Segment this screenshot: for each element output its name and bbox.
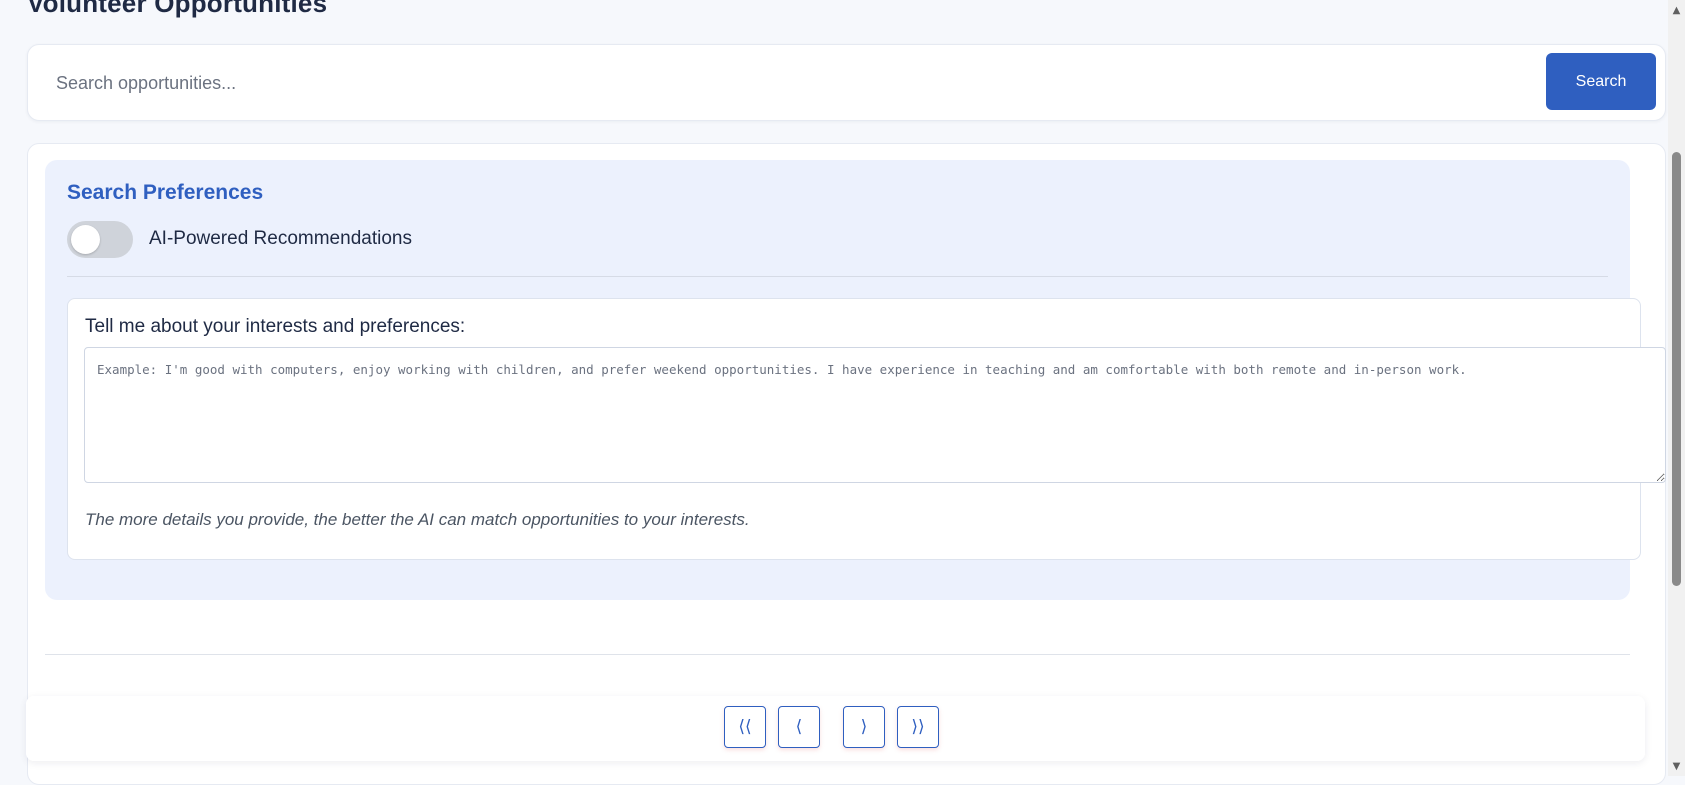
scroll-down-arrow-icon[interactable]: ▼ <box>1668 758 1685 775</box>
interests-box: Tell me about your interests and prefere… <box>67 298 1666 560</box>
ai-recommendations-toggle[interactable] <box>67 221 133 258</box>
last-page-button[interactable]: ⟩⟩ <box>897 706 939 748</box>
interests-label: Tell me about your interests and prefere… <box>85 316 466 337</box>
interests-textarea[interactable] <box>84 347 1666 483</box>
toggle-knob <box>71 225 100 254</box>
search-card: Search <box>27 44 1666 121</box>
preferences-title: Search Preferences <box>67 181 264 204</box>
vertical-scrollbar[interactable]: ▲ ▼ <box>1668 0 1685 776</box>
search-button[interactable]: Search <box>1546 53 1656 110</box>
search-input[interactable] <box>54 64 1538 102</box>
next-page-button[interactable]: ⟩ <box>843 706 885 748</box>
previous-page-button[interactable]: ⟨ <box>778 706 820 748</box>
first-page-button[interactable]: ⟨⟨ <box>724 706 766 748</box>
main-card: Search Preferences AI-Powered Recommenda… <box>27 143 1666 785</box>
divider <box>67 276 1608 277</box>
search-preferences-panel: Search Preferences AI-Powered Recommenda… <box>45 160 1666 600</box>
section-divider <box>45 654 1630 655</box>
scrollbar-thumb[interactable] <box>1672 152 1681 586</box>
scroll-up-arrow-icon[interactable]: ▲ <box>1668 2 1685 19</box>
page-title: Volunteer Opportunities <box>27 0 328 18</box>
interests-helper-text: The more details you provide, the better… <box>85 510 750 529</box>
pagination-bar: ⟨⟨ ⟨ ⟩ ⟩⟩ <box>26 696 1645 761</box>
ai-toggle-label: AI-Powered Recommendations <box>149 228 412 249</box>
